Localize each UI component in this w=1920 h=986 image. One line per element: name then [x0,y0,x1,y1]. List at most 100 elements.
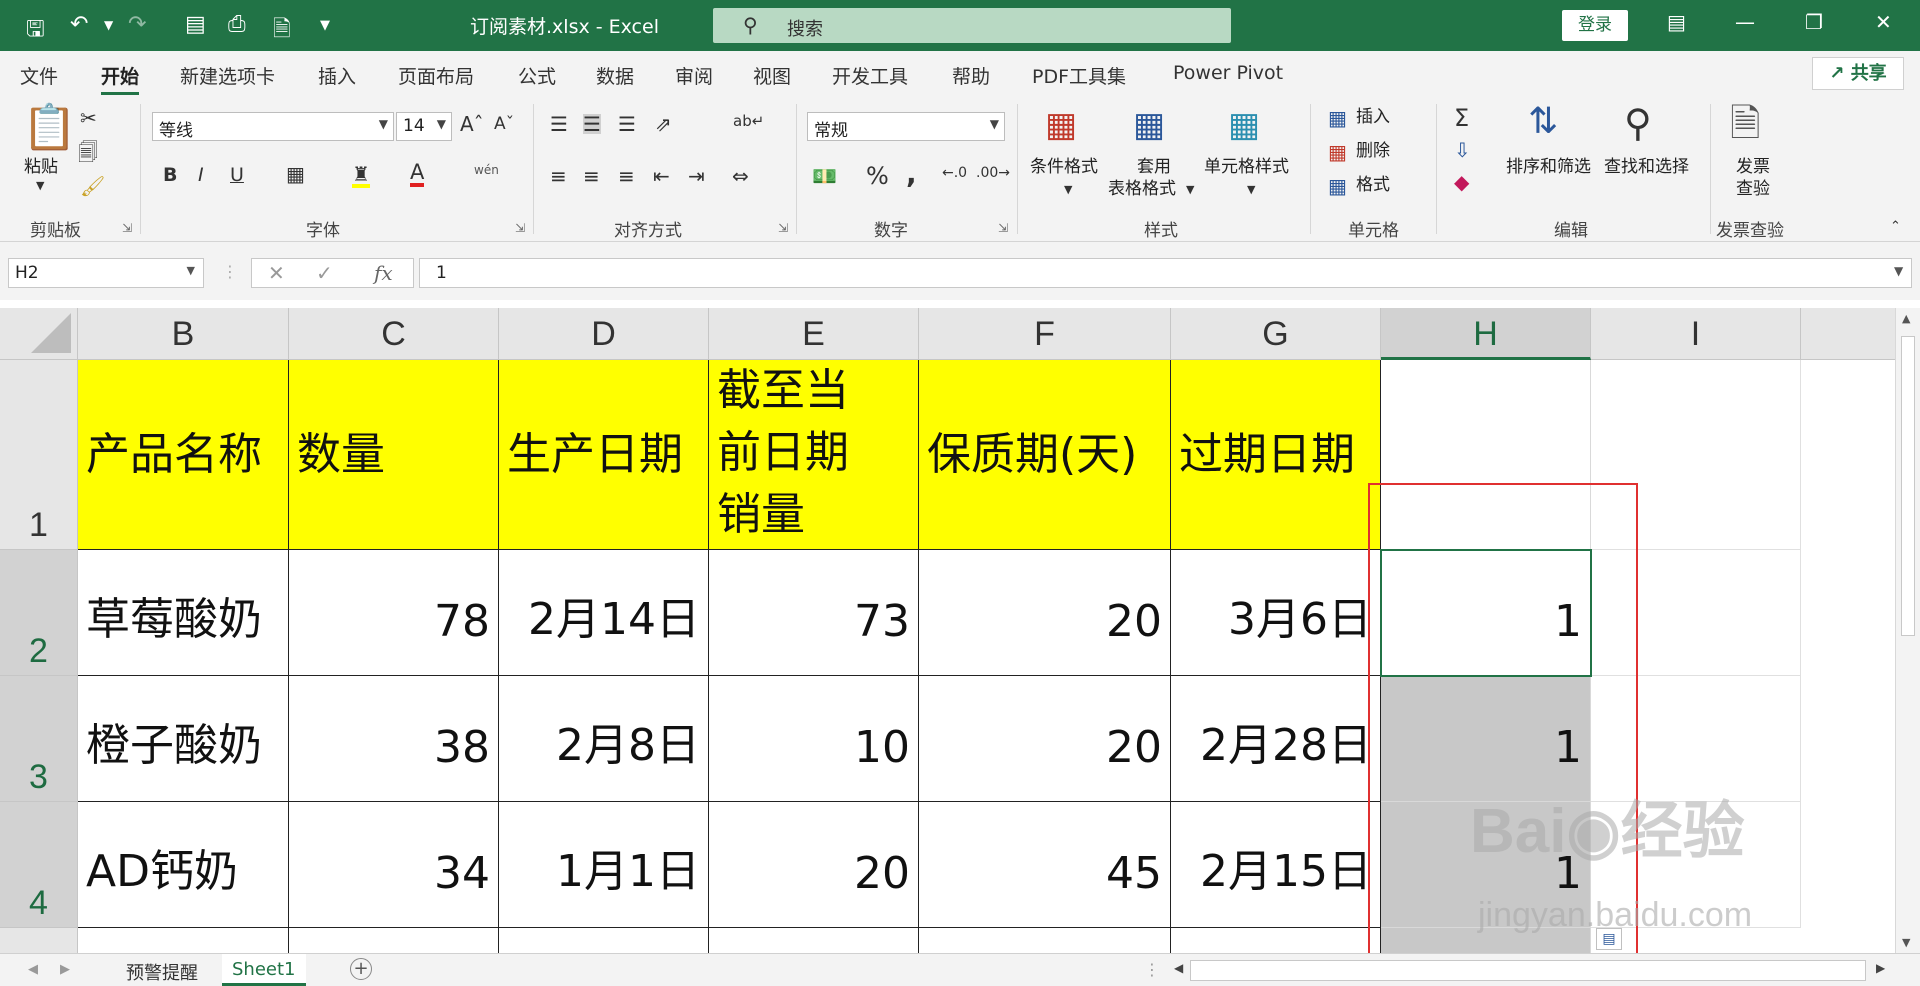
cell-e5[interactable] [709,928,919,953]
bold-button[interactable]: B [163,166,177,185]
column-header-g[interactable]: G [1171,308,1381,360]
font-color-icon[interactable]: A [410,162,425,187]
form-icon[interactable]: ▤ [185,12,206,37]
increase-font-icon[interactable]: Aˆ [460,114,484,134]
share-button[interactable]: ↗ 共享 [1812,57,1904,90]
italic-button[interactable]: I [198,166,204,185]
minimize-icon[interactable]: — [1735,10,1755,34]
insert-cells-icon[interactable]: ▦ [1328,108,1347,128]
select-all-button[interactable] [0,308,78,360]
cell-b3[interactable]: 橙子酸奶 [78,676,289,802]
cell-g1[interactable]: 过期日期 [1171,360,1381,550]
sheet-prev-icon[interactable]: ◀ [28,962,38,977]
chevron-down-icon[interactable]: ▼ [1247,184,1255,195]
sheet-next-icon[interactable]: ▶ [60,962,70,977]
tab-help[interactable]: 帮助 [952,62,990,89]
align-bottom-icon[interactable]: ☰ [618,114,636,134]
currency-icon[interactable]: 💵 [812,166,837,186]
clipboard-launcher-icon[interactable]: ⇲ [122,221,132,235]
cell-e2[interactable]: 73 [709,550,919,676]
insert-function-button[interactable]: fx [374,261,393,285]
restore-icon[interactable]: ❐ [1805,10,1823,34]
cell-c1[interactable]: 数量 [289,360,499,550]
sheet-tab-warning[interactable]: 预警提醒 [116,954,208,986]
comma-style-button[interactable]: , [906,160,917,188]
customize-quick-access-icon[interactable]: ▼ [320,18,330,33]
align-right-icon[interactable]: ≡ [618,166,635,186]
font-size-select[interactable]: 14 ▼ [396,112,452,141]
format-painter-icon[interactable]: 🖌 [80,176,105,196]
cell-styles-label[interactable]: 单元格样式 [1204,156,1289,178]
column-header-blank[interactable] [1801,308,1895,360]
number-launcher-icon[interactable]: ⇲ [998,221,1008,235]
tab-data[interactable]: 数据 [596,62,634,89]
add-sheet-icon[interactable]: + [350,958,372,980]
font-launcher-icon[interactable]: ⇲ [515,221,525,235]
export-icon[interactable]: 🗎 [273,12,291,50]
cell-f1[interactable]: 保质期(天) [919,360,1171,550]
cell-f2[interactable]: 20 [919,550,1171,676]
tab-page-layout[interactable]: 页面布局 [398,62,474,89]
cell-d5[interactable] [499,928,709,953]
align-center-icon[interactable]: ≡ [583,166,600,186]
cell-e3[interactable]: 10 [709,676,919,802]
underline-button[interactable]: U [230,166,244,185]
redo-icon[interactable]: ↷ [128,12,146,37]
undo-icon[interactable]: ↶ [70,12,88,37]
cell-d2[interactable]: 2月14日 [499,550,709,676]
borders-icon[interactable]: ▦ [286,164,305,184]
fill-color-icon[interactable]: ♜ [352,164,370,188]
phonetic-icon[interactable]: wén [474,164,499,176]
cell-e1[interactable]: 截至当前日期销量 [709,360,919,550]
percent-button[interactable]: % [866,164,889,188]
delete-cells-label[interactable]: 删除 [1356,140,1390,162]
column-header-f[interactable]: F [919,308,1171,360]
column-header-e[interactable]: E [709,308,919,360]
copy-icon[interactable]: 🗐 [78,142,98,162]
format-cells-label[interactable]: 格式 [1356,174,1390,196]
format-as-table-label-1[interactable]: 套用 [1137,156,1171,178]
tab-formulas[interactable]: 公式 [518,62,556,89]
cell-styles-icon[interactable]: ▦ [1228,108,1260,142]
cell-c3[interactable]: 38 [289,676,499,802]
horizontal-scrollbar[interactable] [1190,960,1866,981]
align-middle-icon[interactable]: ☰ [583,114,601,134]
insert-cells-label[interactable]: 插入 [1356,106,1390,128]
formula-input[interactable]: 1 [419,258,1912,288]
paste-label[interactable]: 粘贴 [24,156,58,178]
tab-insert[interactable]: 插入 [318,62,356,89]
expand-formula-bar-icon[interactable]: ▼ [1894,264,1903,278]
row-header-4[interactable]: 4 [0,802,78,928]
cut-icon[interactable]: ✂ [80,108,97,128]
tab-developer[interactable]: 开发工具 [832,62,908,89]
cell-f4[interactable]: 45 [919,802,1171,928]
clear-icon[interactable]: ◆ [1454,172,1469,192]
cell-g4[interactable]: 2月15日 [1171,802,1381,928]
decrease-indent-icon[interactable]: ⇤ [653,166,670,186]
sort-filter-label[interactable]: 排序和筛选 [1506,156,1591,178]
scroll-down-icon[interactable]: ▼ [1902,936,1910,949]
scroll-right-icon[interactable]: ▶ [1876,961,1885,975]
ribbon-display-options-icon[interactable]: ▤ [1667,10,1686,34]
number-format-select[interactable]: 常规 ▼ [807,112,1005,141]
cell-b2[interactable]: 草莓酸奶 [78,550,289,676]
collapse-ribbon-icon[interactable]: ⌃ [1890,220,1901,233]
find-select-label[interactable]: 查找和选择 [1604,156,1689,178]
cell-d1[interactable]: 生产日期 [499,360,709,550]
column-header-h[interactable]: H [1381,308,1591,360]
row-header-5[interactable] [0,928,78,953]
column-header-d[interactable]: D [499,308,709,360]
tab-review[interactable]: 审阅 [675,62,713,89]
save-icon[interactable]: 🖫 [26,12,45,50]
conditional-format-label[interactable]: 条件格式 [1030,156,1098,178]
cell-g3[interactable]: 2月28日 [1171,676,1381,802]
sheet-tab-sheet1[interactable]: Sheet1 [222,954,306,986]
delete-cells-icon[interactable]: ▦ [1328,142,1347,162]
row-header-2[interactable]: 2 [0,550,78,676]
cell-g2[interactable]: 3月6日 [1171,550,1381,676]
column-header-c[interactable]: C [289,308,499,360]
paste-icon[interactable]: 📋 [22,106,77,150]
cell-c4[interactable]: 34 [289,802,499,928]
column-header-b[interactable]: B [78,308,289,360]
decrease-font-icon[interactable]: Aˇ [494,116,514,133]
